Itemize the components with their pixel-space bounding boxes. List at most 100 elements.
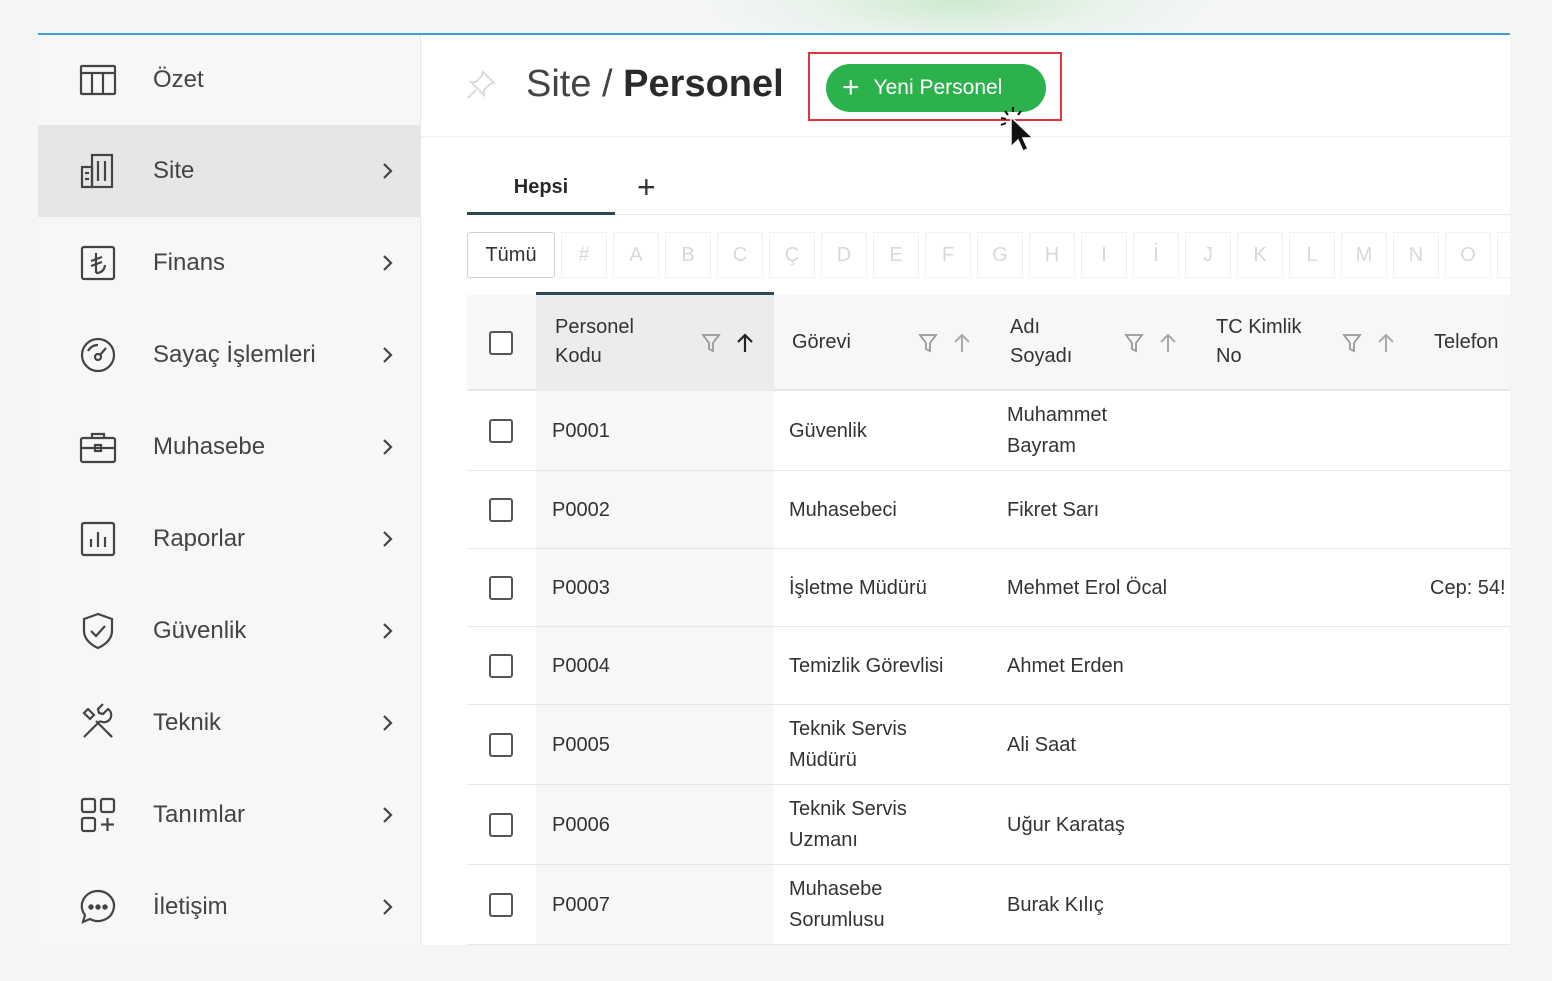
pin-icon[interactable] <box>465 69 497 101</box>
alpha-letter-button[interactable]: O <box>1445 232 1491 278</box>
sort-up-icon[interactable] <box>1158 332 1178 354</box>
sidebar: Özet Site Finans Sayaç İşlemleri Muhaseb… <box>38 35 421 945</box>
sidebar-item-site[interactable]: Site <box>38 125 420 217</box>
table-row[interactable]: P0007 Muhasebe Sorumlusu Burak Kılıç <box>467 865 1510 945</box>
sidebar-item-ozet[interactable]: Özet <box>38 35 420 125</box>
row-checkbox[interactable] <box>489 498 513 522</box>
tab-hepsi[interactable]: Hepsi <box>467 163 615 215</box>
new-personnel-label: Yeni Personel <box>873 76 1003 99</box>
sidebar-item-label: İletişim <box>153 893 228 920</box>
alpha-letter-button[interactable]: I <box>1081 232 1127 278</box>
row-checkbox[interactable] <box>489 893 513 917</box>
cell-role: Muhasebe Sorumlusu <box>789 878 885 931</box>
mouse-cursor-icon <box>991 103 1041 157</box>
sidebar-item-label: Sayaç İşlemleri <box>153 341 316 368</box>
briefcase-icon <box>78 427 118 467</box>
chevron-right-icon <box>378 622 396 640</box>
chat-dots-icon <box>78 887 118 927</box>
row-checkbox[interactable] <box>489 419 513 443</box>
shield-check-icon <box>78 611 118 651</box>
main-content: Site / Personel + Yeni Personel Hepsi + <box>421 35 1510 945</box>
gauge-icon <box>78 335 118 375</box>
personnel-table: Personel Kodu Görevi Adı Soyadı TC Kimli… <box>467 292 1510 945</box>
cell-role: Temizlik Görevlisi <box>789 654 944 677</box>
select-all-checkbox[interactable] <box>489 331 513 355</box>
sort-up-icon[interactable] <box>735 332 755 354</box>
row-checkbox[interactable] <box>489 813 513 837</box>
sidebar-item-iletisim[interactable]: İletişim <box>38 861 420 945</box>
breadcrumb-separator: / <box>602 63 613 105</box>
row-checkbox[interactable] <box>489 654 513 678</box>
column-header-role[interactable]: Görevi <box>792 328 851 357</box>
cell-phone: Cep: 54! <box>1430 576 1506 599</box>
alpha-all-button[interactable]: Tümü <box>467 232 555 278</box>
sidebar-item-raporlar[interactable]: Raporlar <box>38 493 420 585</box>
lira-icon <box>78 243 118 283</box>
chevron-right-icon <box>378 898 396 916</box>
sidebar-item-tanimlar[interactable]: Tanımlar <box>38 769 420 861</box>
alpha-letter-button[interactable]: N <box>1393 232 1439 278</box>
table-row[interactable]: P0004 Temizlik Görevlisi Ahmet Erden <box>467 627 1510 705</box>
table-row[interactable]: P0005 Teknik Servis Müdürü Ali Saat <box>467 705 1510 785</box>
alpha-letter-button[interactable]: C <box>717 232 763 278</box>
filter-icon[interactable] <box>1342 332 1362 354</box>
alpha-letter-button[interactable]: G <box>977 232 1023 278</box>
cell-code: P0004 <box>552 654 610 677</box>
alpha-letter-button[interactable]: K <box>1237 232 1283 278</box>
cell-code: P0006 <box>552 813 610 836</box>
alpha-letter-button[interactable]: F <box>925 232 971 278</box>
alpha-letter-button[interactable]: L <box>1289 232 1335 278</box>
sidebar-item-label: Özet <box>153 66 204 93</box>
table-row[interactable]: P0002 Muhasebeci Fikret Sarı <box>467 471 1510 549</box>
add-tab-button[interactable]: + <box>637 169 656 206</box>
sidebar-item-label: Güvenlik <box>153 617 247 644</box>
alpha-letter-button[interactable]: M <box>1341 232 1387 278</box>
breadcrumb-current: Personel <box>623 63 784 105</box>
column-header-tc[interactable]: TC Kimlik No <box>1216 313 1302 371</box>
sidebar-item-finans[interactable]: Finans <box>38 217 420 309</box>
cell-role: Teknik Servis Müdürü <box>789 718 907 771</box>
sidebar-item-guvenlik[interactable]: Güvenlik <box>38 585 420 677</box>
sidebar-item-label: Site <box>153 157 195 184</box>
cell-role: İşletme Müdürü <box>789 576 927 599</box>
table-row[interactable]: P0006 Teknik Servis Uzmanı Uğur Karataş <box>467 785 1510 865</box>
sidebar-item-teknik[interactable]: Teknik <box>38 677 420 769</box>
alpha-letter-button[interactable]: D <box>821 232 867 278</box>
column-header-name[interactable]: Adı Soyadı <box>1010 313 1072 371</box>
cell-role: Güvenlik <box>789 419 867 442</box>
alpha-letter-button[interactable]: E <box>873 232 919 278</box>
filter-icon[interactable] <box>918 332 938 354</box>
alpha-letter-button[interactable]: Ö <box>1497 232 1510 278</box>
chevron-right-icon <box>378 254 396 272</box>
filter-icon[interactable] <box>1124 332 1144 354</box>
chevron-right-icon <box>378 530 396 548</box>
building-icon <box>78 151 118 191</box>
alpha-letter-button[interactable]: J <box>1185 232 1231 278</box>
page-title: Site / Personel <box>526 63 784 106</box>
sidebar-item-label: Muhasebe <box>153 433 266 460</box>
sort-up-icon[interactable] <box>1376 332 1396 354</box>
filter-icon[interactable] <box>701 332 721 354</box>
alpha-letter-button[interactable]: A <box>613 232 659 278</box>
table-icon <box>78 60 118 100</box>
cell-code: P0005 <box>552 733 610 756</box>
row-checkbox[interactable] <box>489 733 513 757</box>
chevron-right-icon <box>378 806 396 824</box>
alpha-letter-button[interactable]: H <box>1029 232 1075 278</box>
column-header-phone[interactable]: Telefon <box>1434 328 1499 357</box>
alpha-letter-button[interactable]: B <box>665 232 711 278</box>
sidebar-item-sayac[interactable]: Sayaç İşlemleri <box>38 309 420 401</box>
sidebar-item-label: Raporlar <box>153 525 246 552</box>
sort-up-icon[interactable] <box>952 332 972 354</box>
alpha-letter-button[interactable]: İ <box>1133 232 1179 278</box>
row-checkbox[interactable] <box>489 576 513 600</box>
alpha-letter-button[interactable]: Ç <box>769 232 815 278</box>
sidebar-item-muhasebe[interactable]: Muhasebe <box>38 401 420 493</box>
table-row[interactable]: P0003 İşletme Müdürü Mehmet Erol Öcal Cep: … <box>467 549 1510 627</box>
column-header-code[interactable]: Personel Kodu <box>555 313 634 371</box>
breadcrumb-parent[interactable]: Site <box>526 63 591 105</box>
cell-name: Burak Kılıç <box>1007 893 1104 916</box>
cell-code: P0007 <box>552 893 610 916</box>
alpha-letter-button[interactable]: # <box>561 232 607 278</box>
table-row[interactable]: P0001 Güvenlik Muhammet Bayram <box>467 391 1510 471</box>
